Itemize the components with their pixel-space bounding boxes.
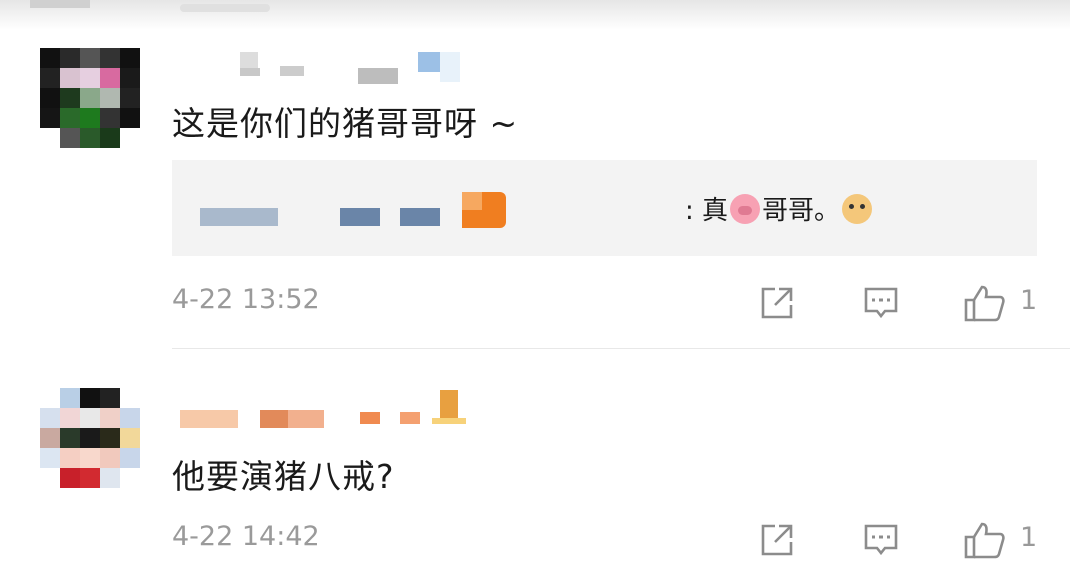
username[interactable]	[220, 48, 460, 84]
thumbs-up-icon[interactable]	[962, 520, 1005, 560]
timestamp: 4-22 14:42	[172, 521, 320, 552]
comment-item: 这是你们的猪哥哥呀 ~ : 真 哥哥。 4-22 13:52 1	[0, 0, 1070, 350]
comment-actions: 1	[757, 283, 1047, 323]
username[interactable]	[180, 390, 490, 428]
divider	[172, 348, 1070, 349]
share-icon[interactable]	[757, 520, 797, 560]
like-count: 1	[1020, 522, 1038, 553]
share-icon[interactable]	[757, 283, 797, 323]
comment-text: 这是你们的猪哥哥呀 ~	[172, 104, 519, 143]
comment-text: 他要演猪八戒?	[172, 457, 395, 496]
comment-actions: 1	[757, 520, 1047, 560]
comment-icon[interactable]	[861, 520, 901, 560]
doge-face-icon	[842, 193, 873, 224]
like-count: 1	[1020, 285, 1038, 316]
reply-username[interactable]	[200, 192, 510, 228]
timestamp: 4-22 13:52	[172, 284, 320, 315]
comment-icon[interactable]	[861, 283, 901, 323]
comment-item: 他要演猪八戒? 4-22 14:42 1	[0, 350, 1070, 579]
reply-suffix: 哥哥。	[762, 196, 841, 226]
thumbs-up-icon[interactable]	[962, 283, 1005, 323]
pig-face-icon	[730, 193, 761, 224]
reply-prefix: : 真	[685, 196, 729, 226]
reply-preview[interactable]: : 真 哥哥。	[172, 160, 1037, 256]
avatar[interactable]	[40, 388, 140, 488]
reply-text: : 真 哥哥。	[685, 190, 874, 227]
avatar[interactable]	[40, 48, 140, 148]
